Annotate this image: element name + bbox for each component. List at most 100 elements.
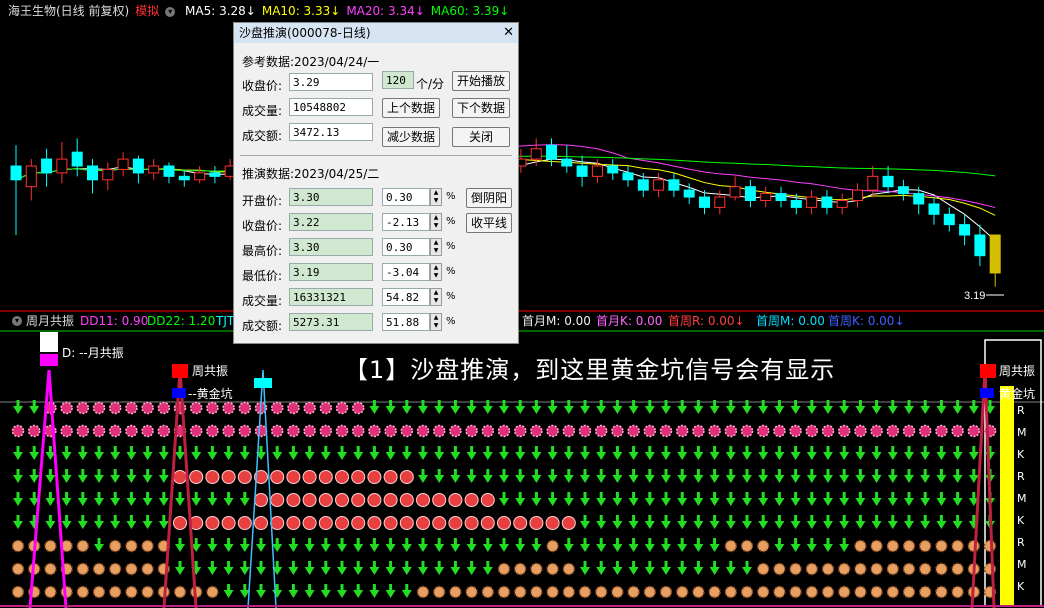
candle-body	[132, 158, 144, 174]
pink-sun-icon	[432, 424, 446, 438]
annotation-banner: 【1】沙盘推演，到这里黄金坑信号会有显示	[344, 356, 836, 384]
down-arrow-icon	[677, 469, 688, 483]
sim-data-label: 推演数据:2023/04/25/二	[242, 167, 380, 181]
down-arrow-icon	[823, 515, 833, 529]
sim-row-pct[interactable]: 0.30	[382, 238, 430, 256]
down-arrow-icon	[774, 515, 785, 529]
down-arrow-icon	[855, 469, 866, 483]
down-arrow-icon	[61, 515, 72, 529]
close-icon[interactable]: ✕	[503, 23, 514, 43]
sim-row-pct[interactable]: 0.30	[382, 188, 430, 206]
pct-sign: %	[446, 241, 456, 252]
side-letter: M	[1017, 492, 1027, 505]
down-arrow-icon	[450, 469, 461, 483]
sim-row-value[interactable]: 3.19	[289, 263, 373, 281]
candle-body	[576, 165, 588, 177]
spin-arrows-icon[interactable]: ▲ ▼	[430, 263, 442, 281]
red-ball-icon	[448, 493, 463, 507]
sim-row-value[interactable]: 16331321	[289, 288, 373, 306]
close-button[interactable]: 关闭	[452, 127, 510, 147]
candle-body	[913, 193, 925, 205]
orange-sun-icon	[935, 562, 948, 576]
pink-sun-icon	[384, 424, 397, 438]
pink-sun-icon	[546, 424, 559, 438]
ref-data-label: 参考数据:2023/04/24/一	[242, 55, 380, 69]
orange-sun-icon	[497, 585, 511, 599]
down-arrow-icon	[709, 561, 720, 575]
down-arrow-icon	[94, 492, 104, 506]
candlestick-chart[interactable]: 3.19	[0, 22, 1044, 310]
down-arrow-icon	[936, 446, 947, 460]
candle-body	[744, 186, 756, 201]
dd22-label: DD22: 1.20	[147, 314, 216, 328]
orange-sun-icon	[854, 562, 867, 576]
pink-sun-icon	[562, 424, 576, 438]
invert-button[interactable]: 倒阴阳	[466, 188, 512, 208]
down-arrow-icon	[709, 538, 720, 552]
down-arrow-icon	[839, 469, 850, 483]
spin-arrows-icon[interactable]: ▲ ▼	[430, 238, 442, 256]
down-arrow-icon	[661, 515, 671, 529]
sim-row-pct[interactable]: 54.82	[382, 288, 430, 306]
prev-data-button[interactable]: 上个数据	[382, 98, 440, 118]
red-ball-icon	[286, 493, 301, 507]
collapse-icon[interactable]: ▾	[12, 316, 22, 326]
down-arrow-icon	[175, 538, 185, 552]
ref-volume-field[interactable]: 10548802	[289, 98, 373, 116]
collapse-icon[interactable]: ▾	[165, 6, 176, 17]
pink-sun-icon	[319, 424, 333, 438]
down-arrow-icon	[77, 515, 88, 529]
sim-row-value[interactable]: 5273.31	[289, 313, 373, 331]
sim-row-value[interactable]: 3.22	[289, 213, 373, 231]
pink-sun-icon	[206, 424, 219, 438]
candle-body	[87, 165, 98, 181]
down-arrow-icon	[304, 446, 315, 460]
down-arrow-icon	[304, 538, 315, 552]
orange-sun-icon	[92, 585, 106, 599]
reduce-data-button[interactable]: 减少数据	[382, 127, 440, 147]
red-ball-icon	[399, 516, 414, 530]
down-arrow-icon	[239, 538, 250, 552]
candle-body	[102, 168, 114, 181]
legend-yuegongzhen: D: --月共振	[62, 346, 124, 360]
spin-arrows-icon[interactable]: ▲ ▼	[430, 288, 442, 306]
orange-sun-icon	[546, 585, 559, 599]
shouzhoum-label: 首周M: 0.00	[756, 314, 825, 328]
down-arrow-icon	[126, 446, 137, 460]
red-ball-icon	[351, 493, 366, 507]
pink-sun-icon	[125, 401, 138, 415]
ref-close-field[interactable]: 3.29	[289, 73, 373, 91]
down-arrow-icon	[385, 446, 396, 460]
sim-row-label: 成交额:	[242, 319, 283, 333]
down-arrow-icon	[693, 561, 704, 575]
sim-row-value[interactable]: 3.30	[289, 238, 373, 256]
orange-sun-icon	[530, 585, 543, 599]
down-arrow-icon	[13, 446, 23, 460]
orange-sun-icon	[821, 585, 835, 599]
down-arrow-icon	[758, 492, 769, 506]
down-arrow-icon	[952, 446, 963, 460]
play-button[interactable]: 开始播放	[452, 71, 510, 91]
down-arrow-icon	[596, 446, 607, 460]
down-arrow-icon	[806, 515, 817, 529]
speed-input[interactable]: 120	[382, 71, 414, 89]
down-arrow-icon	[126, 492, 137, 506]
spin-arrows-icon[interactable]: ▲ ▼	[430, 313, 442, 331]
sim-row-pct[interactable]: 51.88	[382, 313, 430, 331]
next-data-button[interactable]: 下个数据	[452, 98, 510, 118]
pink-sun-icon	[238, 401, 252, 415]
down-arrow-icon	[207, 492, 218, 506]
down-arrow-icon	[77, 446, 88, 460]
flat-button[interactable]: 收平线	[466, 213, 512, 233]
sim-row-pct[interactable]: -2.13	[382, 213, 430, 231]
pink-sun-icon	[578, 424, 592, 438]
pink-sun-icon	[951, 424, 964, 438]
down-arrow-icon	[385, 584, 396, 598]
sim-row-value[interactable]: 3.30	[289, 188, 373, 206]
spin-arrows-icon[interactable]: ▲ ▼	[430, 188, 442, 206]
down-arrow-icon	[418, 446, 428, 460]
dialog-titlebar[interactable]: 沙盘推演(000078-日线) ✕	[234, 23, 518, 43]
ref-amount-field[interactable]: 3472.13	[289, 123, 373, 141]
spin-arrows-icon[interactable]: ▲ ▼	[430, 213, 442, 231]
sim-row-pct[interactable]: -3.04	[382, 263, 430, 281]
